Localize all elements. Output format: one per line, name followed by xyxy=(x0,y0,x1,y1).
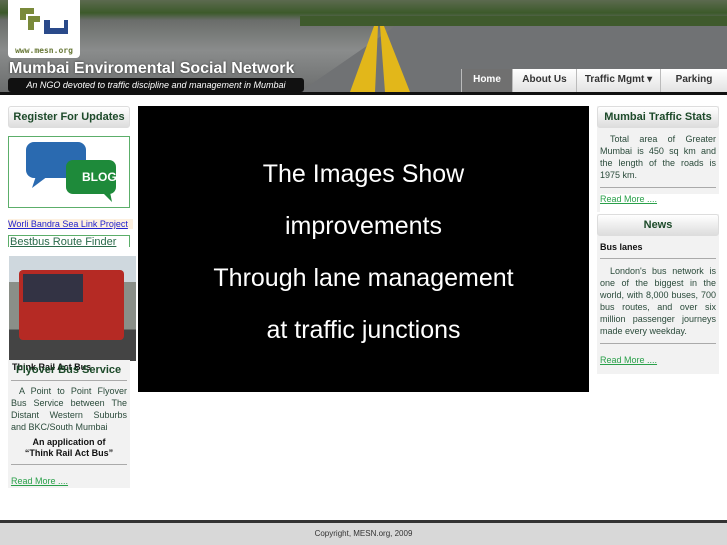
bestbus-route-finder-link[interactable]: Bestbus Route Finder xyxy=(8,235,130,248)
mesn-logo-icon xyxy=(20,8,68,34)
site-title: Mumbai Enviromental Social Network xyxy=(9,60,295,77)
traffic-stats-box: Mumbai Traffic Stats Total area of Great… xyxy=(597,106,719,212)
bus-image[interactable] xyxy=(9,256,136,361)
traffic-stats-title: Mumbai Traffic Stats xyxy=(597,106,719,128)
news-read-more[interactable]: Read More .... xyxy=(600,355,657,365)
stats-read-more[interactable]: Read More .... xyxy=(600,194,719,212)
nav-parking[interactable]: Parking xyxy=(660,69,727,92)
traffic-stats-text: Total area of Greater Mumbai is 450 sq k… xyxy=(600,134,716,180)
logo[interactable]: www.mesn.org xyxy=(8,0,80,58)
slideshow[interactable]: The Images Show improvements Through lan… xyxy=(138,106,589,392)
slide-line: Through lane management xyxy=(213,264,514,292)
right-sidebar: Mumbai Traffic Stats Total area of Great… xyxy=(597,106,719,374)
footer: Copyright, MESN.org, 2009 xyxy=(0,520,727,545)
news-heading: Bus lanes xyxy=(600,242,643,252)
tagline: An NGO devoted to traffic discipline and… xyxy=(8,78,304,92)
nav-home[interactable]: Home xyxy=(461,69,512,92)
news-title: News xyxy=(597,214,719,236)
blog-link[interactable]: BLOG xyxy=(8,136,130,208)
flyover-text: A Point to Point Flyover Bus Service bet… xyxy=(11,386,127,432)
news-box: News Bus lanes London's bus network is o… xyxy=(597,214,719,374)
application-line-1: An application of xyxy=(32,437,106,447)
copyright: Copyright, MESN.org, 2009 xyxy=(314,529,413,538)
nav-about-us[interactable]: About Us xyxy=(512,69,576,92)
application-line-2: “Think Rail Act Bus” xyxy=(24,448,114,458)
flyover-bus-box: Think Rail Act Bus Flyover Bus Service A… xyxy=(8,360,130,488)
flyover-read-more[interactable]: Read More .... xyxy=(11,476,68,486)
left-sidebar: Register For Updates BLOG Worli Bandra S… xyxy=(8,106,133,248)
flyover-title: Flyover Bus Service xyxy=(16,364,122,376)
logo-text: www.mesn.org xyxy=(15,46,73,55)
register-for-updates[interactable]: Register For Updates xyxy=(8,106,130,128)
slide-line: improvements xyxy=(285,212,442,240)
blog-label: BLOG xyxy=(82,170,117,184)
header: www.mesn.org Mumbai Enviromental Social … xyxy=(0,0,727,92)
main-nav: Home About Us Traffic Mgmt ▾ Parking xyxy=(461,69,727,92)
slide-line: The Images Show xyxy=(262,160,465,188)
slide-line: at traffic junctions xyxy=(266,316,461,344)
nav-traffic-mgmt[interactable]: Traffic Mgmt ▾ xyxy=(576,69,660,92)
header-divider xyxy=(0,92,727,95)
sea-link-project-link[interactable]: Worli Bandra Sea Link Project xyxy=(8,219,133,229)
news-text: London's bus network is one of the bigge… xyxy=(600,266,716,336)
